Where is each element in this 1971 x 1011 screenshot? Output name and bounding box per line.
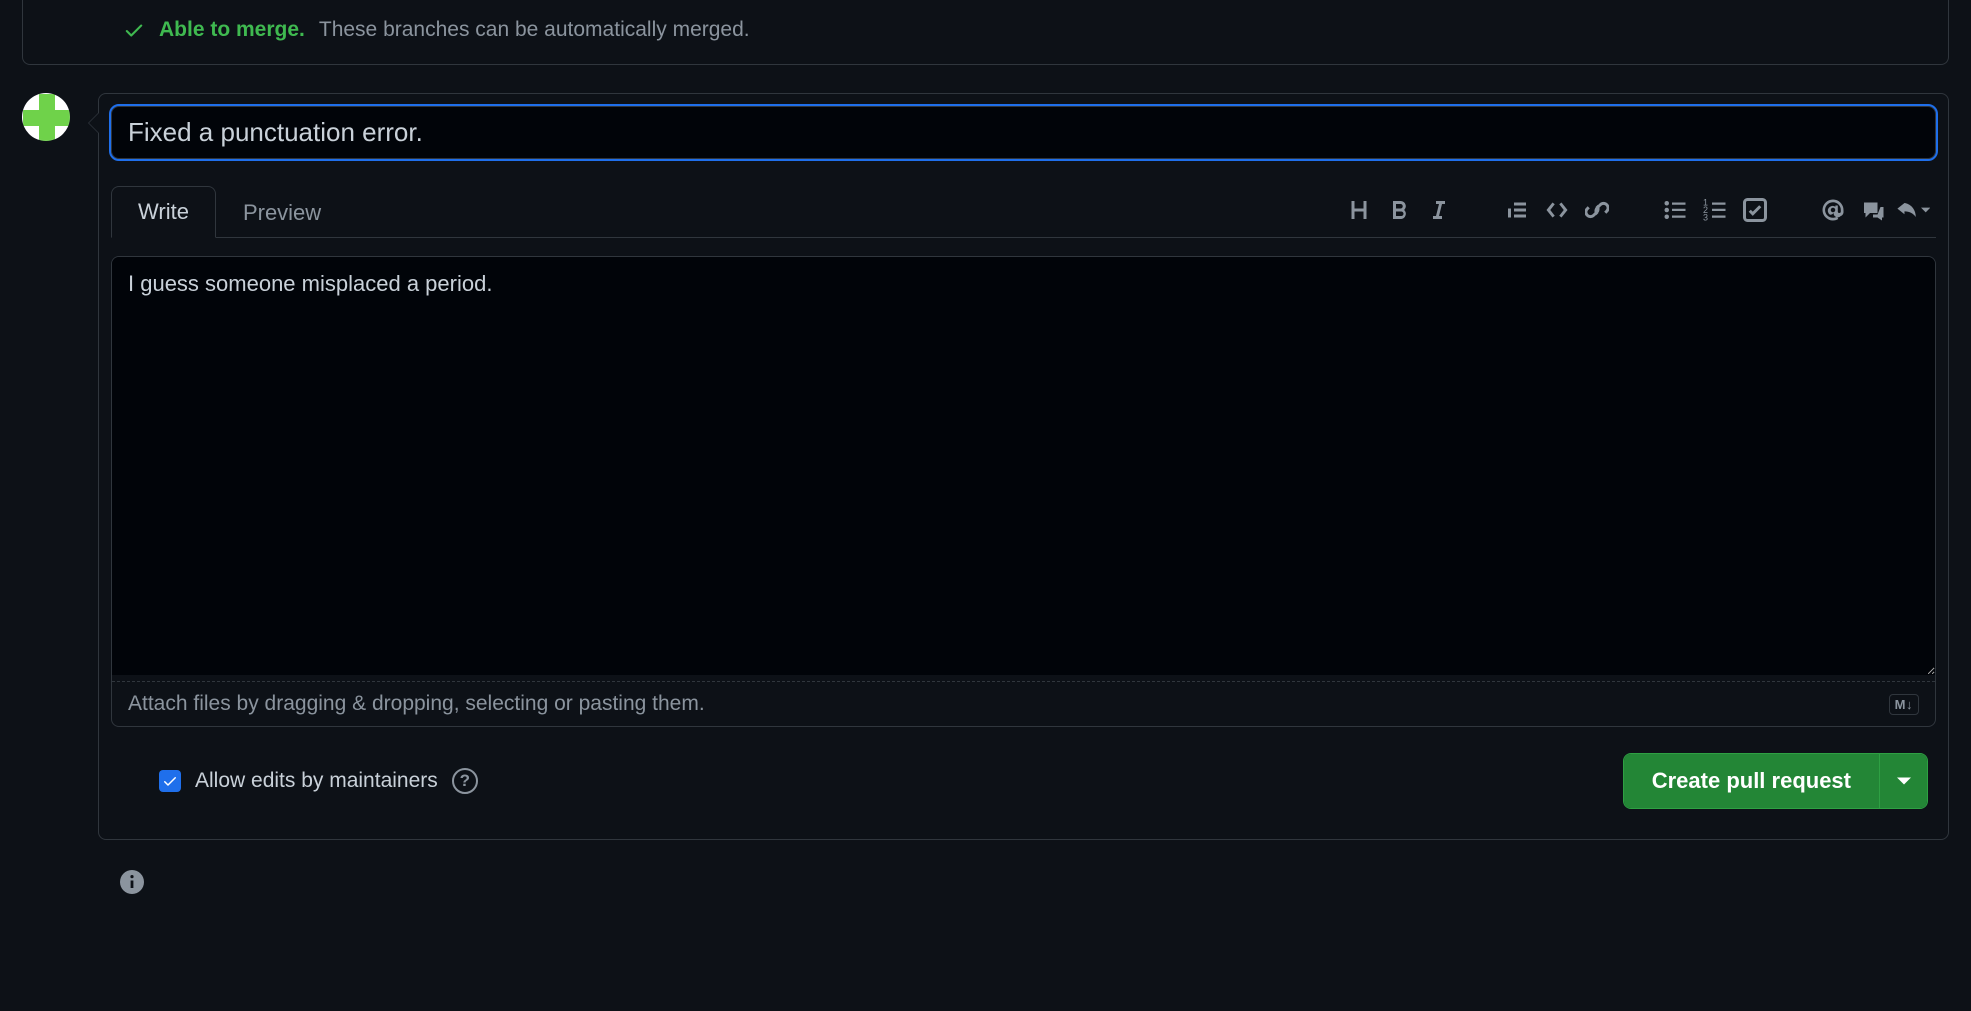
avatar-column xyxy=(22,93,78,840)
code-icon[interactable] xyxy=(1540,193,1574,227)
task-list-icon[interactable] xyxy=(1738,193,1772,227)
bold-icon[interactable] xyxy=(1382,193,1416,227)
compose-timeline: Write Preview 123 xyxy=(22,93,1949,840)
svg-text:3: 3 xyxy=(1703,213,1708,223)
info-icon xyxy=(120,870,144,894)
tab-preview[interactable]: Preview xyxy=(216,187,348,238)
allow-edits-label: Allow edits by maintainers xyxy=(195,769,438,793)
ordered-list-icon[interactable]: 123 xyxy=(1698,193,1732,227)
help-icon[interactable]: ? xyxy=(452,768,478,794)
create-pr-dropdown-button[interactable] xyxy=(1879,754,1927,808)
quote-icon[interactable] xyxy=(1500,193,1534,227)
cross-reference-icon[interactable] xyxy=(1856,193,1890,227)
tab-toolbar: Write Preview 123 xyxy=(111,185,1936,238)
merge-status-title: Able to merge. xyxy=(159,18,305,42)
merge-status-desc: These branches can be automatically merg… xyxy=(319,18,750,42)
attach-files-row[interactable]: Attach files by dragging & dropping, sel… xyxy=(112,681,1935,726)
create-pr-button-group: Create pull request xyxy=(1623,753,1928,809)
pr-title-input[interactable] xyxy=(111,106,1936,159)
actions-row: Allow edits by maintainers ? Create pull… xyxy=(111,753,1936,809)
merge-status-box: Able to merge. These branches can be aut… xyxy=(22,0,1949,65)
italic-icon[interactable] xyxy=(1422,193,1456,227)
avatar[interactable] xyxy=(22,93,70,141)
heading-icon[interactable] xyxy=(1342,193,1376,227)
contributing-footnote xyxy=(120,870,1949,894)
reply-icon[interactable] xyxy=(1896,193,1930,227)
comment-box: Attach files by dragging & dropping, sel… xyxy=(111,256,1936,727)
pr-body-textarea[interactable] xyxy=(112,257,1935,675)
allow-edits-row: Allow edits by maintainers ? xyxy=(159,768,478,794)
allow-edits-checkbox[interactable] xyxy=(159,770,181,792)
unordered-list-icon[interactable] xyxy=(1658,193,1692,227)
markdown-supported-icon[interactable]: M↓ xyxy=(1889,694,1919,715)
markdown-toolbar: 123 xyxy=(1342,193,1936,237)
attach-files-hint: Attach files by dragging & dropping, sel… xyxy=(128,692,705,716)
tab-write[interactable]: Write xyxy=(111,186,216,238)
compose-panel: Write Preview 123 xyxy=(98,93,1949,840)
create-pr-button[interactable]: Create pull request xyxy=(1624,754,1879,808)
mention-icon[interactable] xyxy=(1816,193,1850,227)
check-icon xyxy=(123,19,145,41)
link-icon[interactable] xyxy=(1580,193,1614,227)
